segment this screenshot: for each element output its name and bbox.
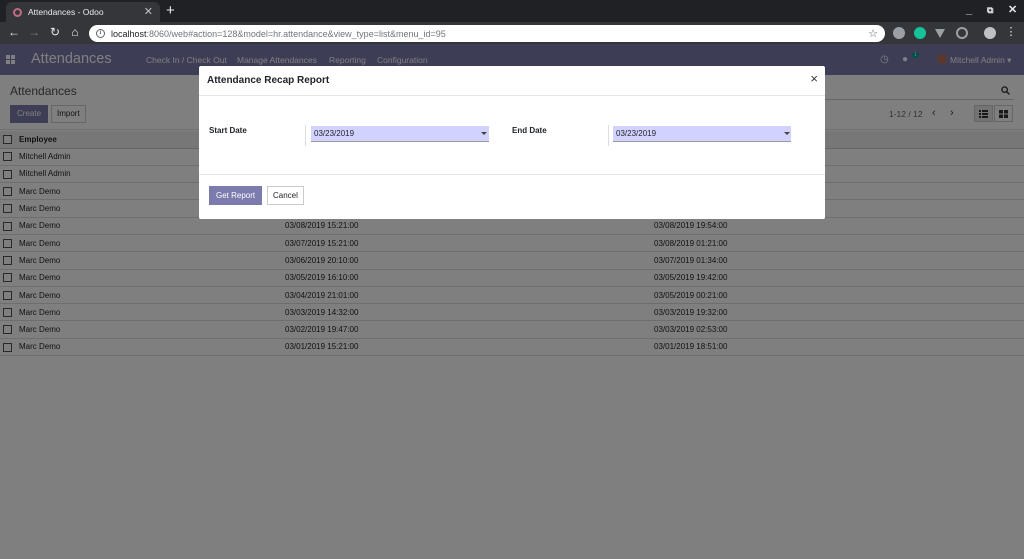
- site-info-icon[interactable]: i: [96, 29, 105, 38]
- home-icon[interactable]: ⌂: [68, 25, 82, 40]
- vue-devtools-icon[interactable]: [935, 29, 945, 38]
- browser-toolbar: ← → ↻ ⌂ i localhost:8060/web#action=128&…: [0, 22, 1024, 44]
- field-separator: [608, 125, 609, 146]
- end-date-field[interactable]: 03/23/2019: [613, 126, 791, 142]
- start-date-value: 03/23/2019: [314, 129, 355, 138]
- minimize-icon[interactable]: _: [966, 3, 972, 17]
- tab-close-icon[interactable]: ✕: [144, 6, 153, 18]
- extension-icon[interactable]: [893, 27, 905, 39]
- end-date-dropdown-icon[interactable]: [784, 132, 790, 135]
- reload-icon[interactable]: ↻: [48, 25, 62, 40]
- start-date-label: Start Date: [209, 126, 247, 135]
- react-devtools-icon[interactable]: [956, 27, 968, 39]
- field-separator: [305, 125, 306, 146]
- dialog-title: Attendance Recap Report: [207, 75, 330, 86]
- end-date-value: 03/23/2019: [616, 129, 657, 138]
- attendance-recap-dialog: Attendance Recap Report × Start Date 03/…: [199, 66, 825, 219]
- bookmark-star-icon[interactable]: ☆: [868, 27, 878, 40]
- browser-tab-title: Attendances - Odoo: [28, 7, 104, 17]
- restore-icon[interactable]: ⧉: [987, 3, 993, 17]
- browser-tab[interactable]: Attendances - Odoo ✕: [6, 2, 160, 22]
- cancel-button[interactable]: Cancel: [267, 186, 304, 205]
- end-date-label: End Date: [512, 126, 547, 135]
- dialog-footer-divider: [199, 174, 825, 175]
- grammarly-icon[interactable]: [914, 27, 926, 39]
- browser-tab-bar: Attendances - Odoo ✕ + _ ⧉ ✕: [0, 0, 1024, 22]
- get-report-button[interactable]: Get Report: [209, 186, 263, 205]
- dialog-header: Attendance Recap Report ×: [199, 66, 825, 96]
- dialog-close-icon[interactable]: ×: [810, 72, 818, 86]
- start-date-dropdown-icon[interactable]: [481, 132, 487, 135]
- address-bar[interactable]: i localhost:8060/web#action=128&model=hr…: [89, 25, 885, 42]
- browser-menu-icon[interactable]: ⋮: [1004, 25, 1018, 40]
- new-tab-icon[interactable]: +: [166, 3, 175, 19]
- odoo-favicon-icon: [13, 7, 22, 17]
- back-icon[interactable]: ←: [7, 25, 21, 40]
- start-date-field[interactable]: 03/23/2019: [311, 126, 489, 142]
- profile-avatar-icon[interactable]: [984, 27, 996, 39]
- window-close-icon[interactable]: ✕: [1008, 3, 1017, 17]
- url-path: :8060/web#action=128&model=hr.attendance…: [146, 28, 446, 39]
- forward-icon[interactable]: →: [27, 25, 41, 40]
- url-host: localhost: [111, 28, 147, 39]
